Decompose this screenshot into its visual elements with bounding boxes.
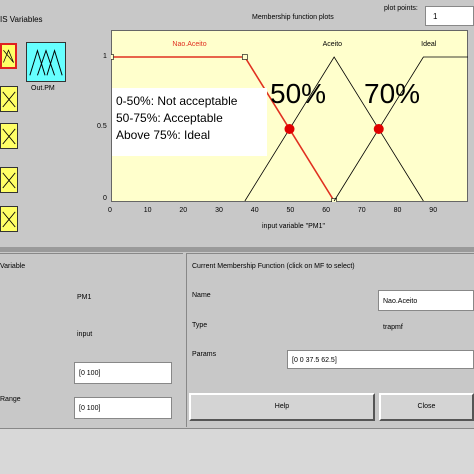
mf-name-label: Name: [192, 292, 211, 299]
mf-label: Ideal: [421, 41, 437, 48]
display-range-input[interactable]: [0 100]: [74, 397, 172, 419]
x-tick-label: 80: [393, 207, 402, 214]
mf-vertex-handle[interactable]: [111, 54, 114, 60]
mf-params-input[interactable]: [0 0 37.5 62.5]: [287, 350, 474, 369]
x-tick-label: 10: [143, 207, 152, 214]
three-triangles-mf-icon: [29, 48, 63, 76]
output-variable-label: Out.PM: [31, 85, 55, 92]
plot-points-input[interactable]: 1: [425, 6, 474, 26]
mf-panel-title: Current Membership Function (click on MF…: [192, 263, 355, 270]
input-variable-icon[interactable]: [0, 167, 18, 193]
highlight-label-70: 70%: [364, 78, 421, 109]
x-tick-label: 90: [429, 207, 438, 214]
y-tick-label: 1: [103, 53, 107, 60]
x-tick-label: 30: [215, 207, 223, 214]
mf-params-label: Params: [192, 351, 217, 358]
plot-points-label: plot points:: [384, 5, 418, 12]
x-tick-label: 40: [250, 207, 259, 214]
mf-vertex-handle[interactable]: [242, 54, 248, 60]
annotation-box: 0-50%: Not acceptable 50-75%: Acceptable…: [112, 88, 267, 156]
x-tick-label: 70: [357, 207, 366, 214]
input-variable-icon[interactable]: [0, 86, 18, 112]
mf-label: Nao.Aceito: [172, 41, 206, 48]
mf-icon: [2, 211, 16, 228]
status-bar: [0, 428, 474, 474]
x-tick-label: 20: [179, 207, 188, 214]
close-button[interactable]: Close: [379, 393, 474, 421]
mf-icon: [3, 49, 14, 63]
x-tick-label: 60: [322, 207, 330, 214]
y-tick-label: 0: [103, 195, 107, 202]
x-axis-label: input variable "PM1": [262, 223, 325, 230]
panel-divider: [0, 247, 474, 252]
help-button[interactable]: Help: [189, 393, 375, 421]
mf-icon: [2, 91, 16, 108]
x-tick-label: 0: [108, 207, 112, 214]
fis-variables-label: IS Variables: [0, 15, 43, 24]
annotation-line: 0-50%: Not acceptable: [116, 94, 238, 108]
mf-icon: [2, 172, 16, 189]
variable-panel-title: Variable: [0, 263, 26, 270]
x-tick-label: 50: [286, 207, 295, 214]
variable-range-input[interactable]: [0 100]: [74, 362, 172, 384]
annotation-line: 50-75%: Acceptable: [116, 111, 223, 125]
mf-name-input[interactable]: Nao.Aceito: [378, 290, 474, 311]
input-variable-icon[interactable]: [0, 206, 18, 232]
input-variable-icon[interactable]: [0, 123, 18, 149]
y-tick-label: 0.5: [97, 123, 107, 130]
variable-type: input: [77, 331, 93, 338]
intersection-marker: [284, 124, 295, 134]
annotation-line: Above 75%: Ideal: [116, 128, 211, 142]
input-variable-icon-selected[interactable]: [0, 43, 17, 69]
mf-icon: [2, 128, 16, 145]
output-variable-icon[interactable]: [26, 42, 66, 82]
mf-label: Aceito: [323, 41, 343, 48]
highlight-label-50: 50%: [270, 78, 327, 109]
variable-name: PM1: [77, 294, 92, 301]
intersection-marker: [373, 124, 384, 134]
mf-type-select[interactable]: trapmf: [383, 324, 403, 331]
mf-type-label: Type: [192, 322, 208, 329]
plot-title: Membership function plots: [252, 14, 334, 21]
display-range-label: Range: [0, 396, 21, 403]
